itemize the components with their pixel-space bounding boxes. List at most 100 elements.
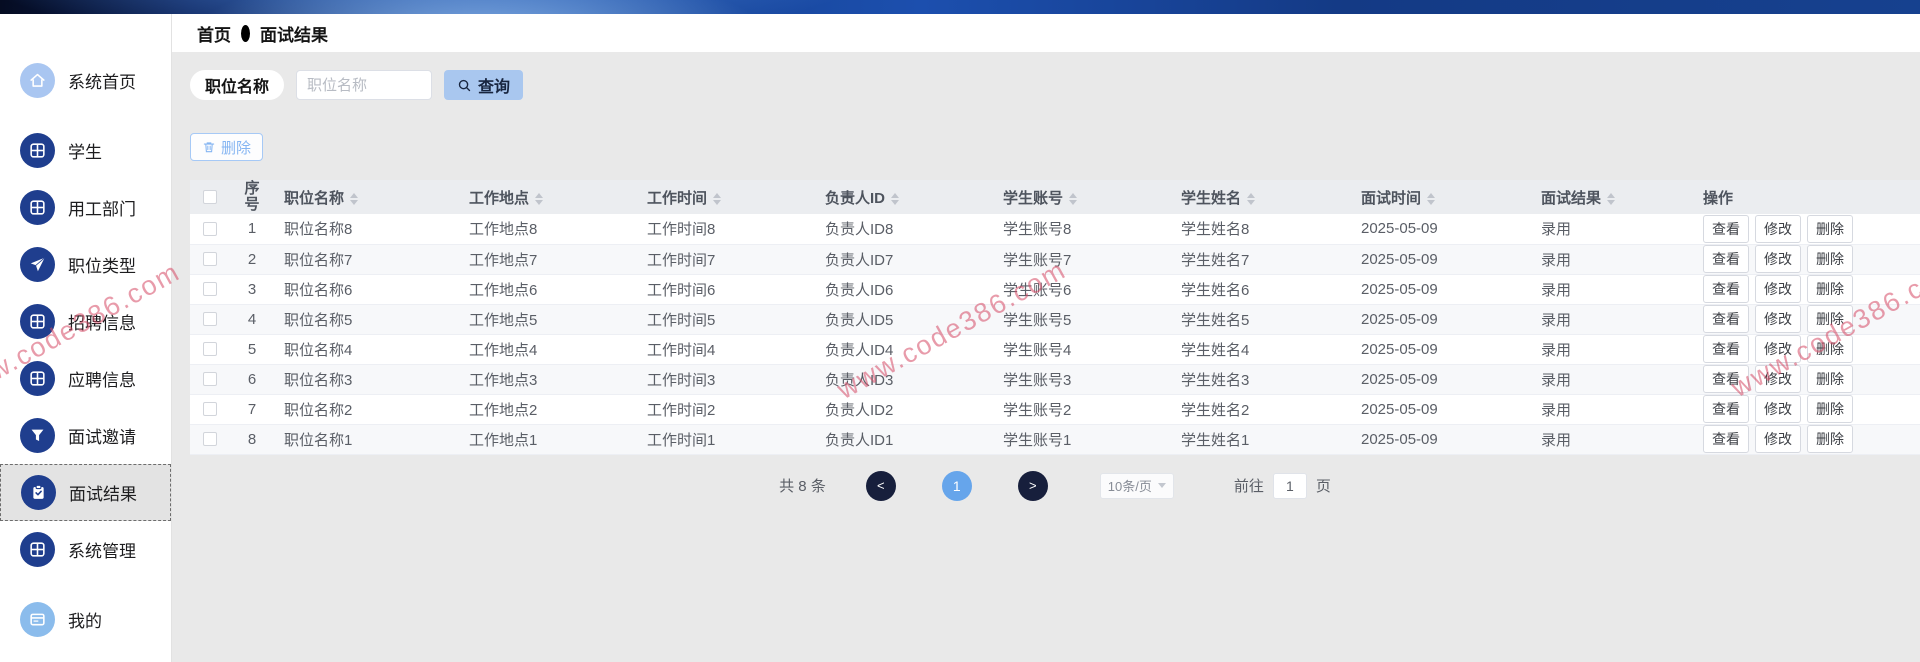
view-button[interactable]: 查看 bbox=[1703, 425, 1749, 453]
row-checkbox[interactable] bbox=[203, 282, 217, 296]
row-index: 8 bbox=[230, 424, 274, 455]
cell-work_location: 工作地点2 bbox=[459, 394, 637, 425]
sidebar-item-recruitment-info[interactable]: 招聘信息 bbox=[0, 293, 171, 350]
sort-caret-icon[interactable] bbox=[713, 192, 722, 205]
view-button[interactable]: 查看 bbox=[1703, 395, 1749, 423]
home-icon bbox=[20, 63, 55, 98]
sort-caret-icon[interactable] bbox=[350, 192, 359, 205]
sort-caret-icon[interactable] bbox=[1427, 192, 1436, 205]
column-header-2[interactable]: 工作地点 bbox=[459, 180, 637, 214]
cell-work_location: 工作地点3 bbox=[459, 364, 637, 395]
row-index: 1 bbox=[230, 214, 274, 245]
cell-student_name: 学生姓名6 bbox=[1171, 274, 1351, 305]
row-checkbox[interactable] bbox=[203, 402, 217, 416]
delete-row-button[interactable]: 删除 bbox=[1807, 214, 1853, 243]
search-icon bbox=[458, 79, 471, 91]
edit-button[interactable]: 修改 bbox=[1755, 365, 1801, 393]
cell-position_name: 职位名称5 bbox=[274, 304, 459, 335]
sort-caret-icon[interactable] bbox=[891, 192, 900, 205]
sidebar-item-label: 学生 bbox=[68, 143, 102, 162]
sidebar-item-label: 我的 bbox=[68, 612, 102, 631]
column-header-7[interactable]: 面试时间 bbox=[1351, 180, 1531, 214]
column-header-label: 学生姓名 bbox=[1181, 189, 1242, 207]
content-panel: 职位名称 查询 删除 序号职位名称工作地点工作时间负责人ID学生账号学生姓名面试… bbox=[172, 52, 1920, 662]
view-button[interactable]: 查看 bbox=[1703, 335, 1749, 363]
delete-row-button[interactable]: 删除 bbox=[1807, 425, 1853, 453]
sidebar-item-position-type[interactable]: 职位类型 bbox=[0, 236, 171, 293]
sidebar-item-label: 面试邀请 bbox=[68, 428, 136, 447]
cell-work_location: 工作地点6 bbox=[459, 274, 637, 305]
row-checkbox[interactable] bbox=[203, 432, 217, 446]
search-row: 职位名称 查询 bbox=[190, 70, 1920, 100]
sidebar-item-label: 用工部门 bbox=[68, 200, 136, 219]
sidebar-item-system-management[interactable]: 系统管理 bbox=[0, 521, 171, 578]
cell-student_name: 学生姓名2 bbox=[1171, 394, 1351, 425]
sort-caret-icon[interactable] bbox=[535, 192, 544, 205]
breadcrumb-home[interactable]: 首页 bbox=[197, 21, 231, 46]
column-header-8[interactable]: 面试结果 bbox=[1531, 180, 1693, 214]
delete-row-button[interactable]: 删除 bbox=[1807, 275, 1853, 303]
cell-interview_time: 2025-05-09 bbox=[1351, 214, 1531, 245]
view-button[interactable]: 查看 bbox=[1703, 214, 1749, 243]
next-page-button[interactable]: > bbox=[1017, 470, 1048, 501]
query-button[interactable]: 查询 bbox=[444, 70, 524, 100]
row-index: 2 bbox=[230, 244, 274, 275]
edit-button[interactable]: 修改 bbox=[1755, 425, 1801, 453]
edit-button[interactable]: 修改 bbox=[1755, 335, 1801, 363]
row-checkbox[interactable] bbox=[203, 312, 217, 326]
view-button[interactable]: 查看 bbox=[1703, 365, 1749, 393]
row-checkbox[interactable] bbox=[203, 372, 217, 386]
goto-page-input[interactable] bbox=[1272, 472, 1307, 499]
prev-page-button[interactable]: < bbox=[865, 470, 896, 501]
sidebar-item-application-info[interactable]: 应聘信息 bbox=[0, 350, 171, 407]
cell-position_name: 职位名称3 bbox=[274, 364, 459, 395]
column-header-1[interactable]: 职位名称 bbox=[274, 180, 459, 214]
sidebar-item-system-home[interactable]: 系统首页 bbox=[0, 52, 171, 109]
edit-button[interactable]: 修改 bbox=[1755, 305, 1801, 333]
edit-button[interactable]: 修改 bbox=[1755, 395, 1801, 423]
delete-row-button[interactable]: 删除 bbox=[1807, 395, 1853, 423]
view-button[interactable]: 查看 bbox=[1703, 305, 1749, 333]
edit-button[interactable]: 修改 bbox=[1755, 275, 1801, 303]
sidebar-item-interview-invitation[interactable]: 面试邀请 bbox=[0, 407, 171, 464]
edit-button[interactable]: 修改 bbox=[1755, 245, 1801, 273]
sort-caret-icon[interactable] bbox=[1069, 192, 1078, 205]
column-header-label: 学生账号 bbox=[1003, 189, 1064, 207]
table-row: 5 职位名称4 工作地点4 工作时间4 负责人ID4 学生账号4 学生姓名4 2025-05-… bbox=[190, 334, 1920, 365]
page-size-select[interactable]: 10条/页 bbox=[1099, 472, 1174, 499]
delete-row-button[interactable]: 删除 bbox=[1807, 305, 1853, 333]
bulk-delete-button[interactable]: 删除 bbox=[190, 133, 264, 161]
column-header-5[interactable]: 学生账号 bbox=[993, 180, 1171, 214]
view-button[interactable]: 查看 bbox=[1703, 245, 1749, 273]
sidebar-item-students[interactable]: 学生 bbox=[0, 122, 171, 179]
sidebar-item-interview-result[interactable]: 面试结果 bbox=[0, 464, 171, 521]
cell-interview_result: 录用 bbox=[1531, 364, 1693, 395]
delete-row-button[interactable]: 删除 bbox=[1807, 335, 1853, 363]
edit-button[interactable]: 修改 bbox=[1755, 214, 1801, 243]
row-index: 5 bbox=[230, 334, 274, 365]
grid-icon bbox=[20, 532, 55, 567]
sidebar-item-label: 面试结果 bbox=[69, 485, 137, 504]
cell-interview_time: 2025-05-09 bbox=[1351, 424, 1531, 455]
sort-caret-icon[interactable] bbox=[1247, 192, 1256, 205]
select-all-checkbox[interactable] bbox=[203, 190, 217, 204]
column-header-3[interactable]: 工作时间 bbox=[637, 180, 815, 214]
cell-interview_time: 2025-05-09 bbox=[1351, 394, 1531, 425]
row-checkbox[interactable] bbox=[203, 221, 217, 236]
delete-row-button[interactable]: 删除 bbox=[1807, 365, 1853, 393]
row-checkbox[interactable] bbox=[203, 252, 217, 266]
send-icon bbox=[20, 247, 55, 282]
sidebar-item-mine[interactable]: 我的 bbox=[0, 591, 171, 648]
row-checkbox[interactable] bbox=[203, 342, 217, 356]
delete-row-button[interactable]: 删除 bbox=[1807, 245, 1853, 273]
column-header-4[interactable]: 负责人ID bbox=[815, 180, 993, 214]
view-button[interactable]: 查看 bbox=[1703, 275, 1749, 303]
sort-caret-icon[interactable] bbox=[1607, 192, 1616, 205]
cell-student_account: 学生账号7 bbox=[993, 244, 1171, 275]
sidebar-item-employing-department[interactable]: 用工部门 bbox=[0, 179, 171, 236]
position-name-input[interactable] bbox=[296, 70, 433, 100]
grid-icon bbox=[20, 190, 55, 225]
column-header-6[interactable]: 学生姓名 bbox=[1171, 180, 1351, 214]
column-header-label: 操作 bbox=[1703, 189, 1734, 207]
current-page-button[interactable]: 1 bbox=[941, 470, 972, 501]
